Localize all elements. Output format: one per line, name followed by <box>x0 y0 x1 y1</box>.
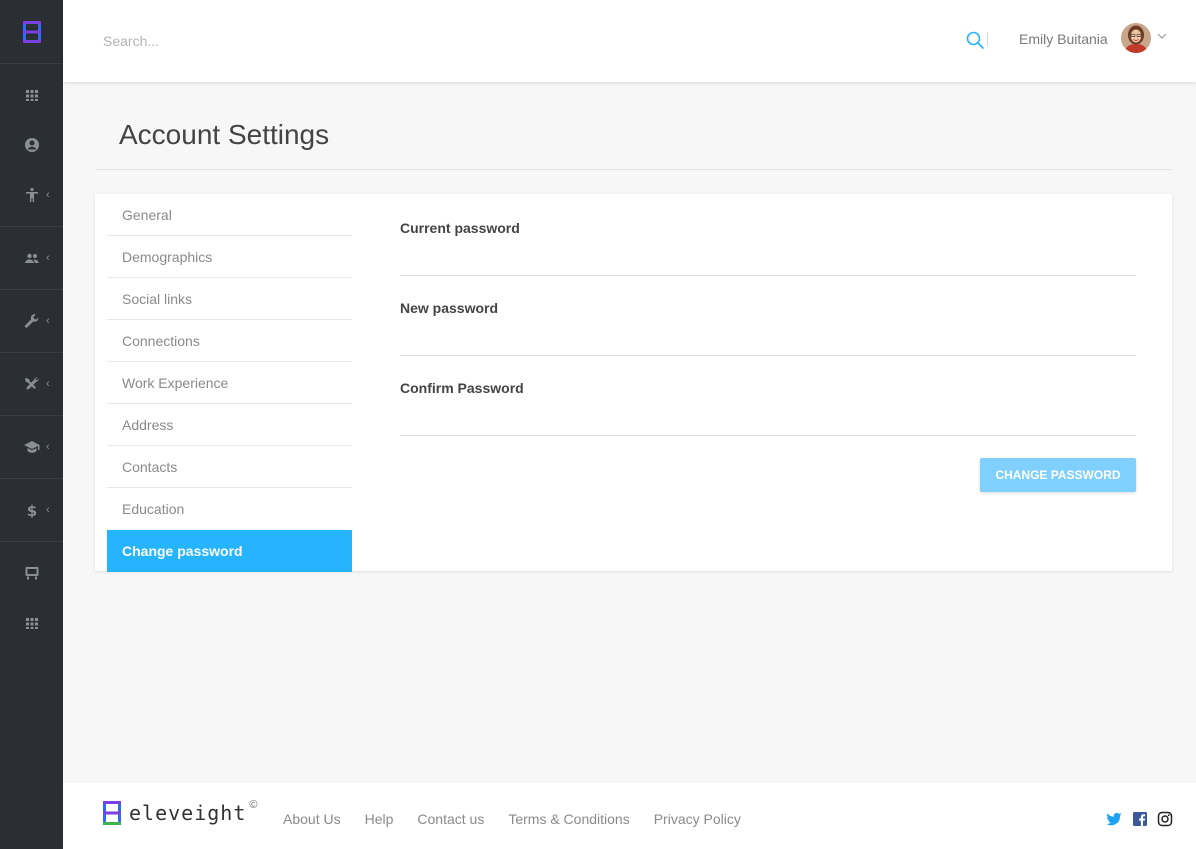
confirm-password-input[interactable] <box>400 402 1136 436</box>
new-password-label: New password <box>400 300 499 316</box>
wrench-icon <box>24 314 38 328</box>
nav-dashboard[interactable] <box>0 70 63 120</box>
app-logo[interactable] <box>0 0 63 64</box>
current-password-group: Current password <box>400 220 1136 276</box>
nav-presentations[interactable] <box>0 548 63 598</box>
nav-tools[interactable]: ‹ <box>0 359 63 409</box>
svg-text:$: $ <box>26 502 36 518</box>
menu-item-contacts[interactable]: Contacts <box>107 446 352 488</box>
menu-item-change-password[interactable]: Change password <box>107 530 352 572</box>
current-password-input[interactable] <box>400 242 1136 276</box>
footer-link-contact[interactable]: Contact us <box>417 811 484 827</box>
menu-item-general[interactable]: General <box>107 194 352 236</box>
footer-link-terms[interactable]: Terms & Conditions <box>508 811 629 827</box>
chevron-left-icon: ‹ <box>46 441 50 453</box>
nav-group-education: ‹ <box>0 416 63 479</box>
presentation-icon <box>25 567 38 580</box>
footer-link-about[interactable]: About Us <box>283 811 341 827</box>
facebook-icon[interactable] <box>1132 811 1148 827</box>
settings-card: General Demographics Social links Connec… <box>95 194 1172 572</box>
search-icon[interactable] <box>965 30 985 50</box>
header-divider <box>987 32 988 46</box>
nav-group-finance: $ ‹ <box>0 479 63 542</box>
nav-group-main: ‹ <box>0 64 63 227</box>
menu-item-education[interactable]: Education <box>107 488 352 530</box>
nav-grid[interactable] <box>0 598 63 648</box>
nav-profile[interactable] <box>0 120 63 170</box>
nav-group-users: ‹ <box>0 227 63 290</box>
nav-finance[interactable]: $ ‹ <box>0 485 63 535</box>
menu-item-work-experience[interactable]: Work Experience <box>107 362 352 404</box>
copyright-symbol: © <box>249 799 258 811</box>
chevron-left-icon: ‹ <box>46 252 50 264</box>
chevron-down-icon[interactable] <box>1156 30 1168 42</box>
sidebar: ‹ ‹ ‹ ‹ ‹ $ ‹ <box>0 0 63 849</box>
footer-links: About Us Help Contact us Terms & Conditi… <box>283 811 765 827</box>
people-icon <box>24 253 39 263</box>
nav-users[interactable]: ‹ <box>0 233 63 283</box>
current-password-label: Current password <box>400 220 520 236</box>
menu-item-address[interactable]: Address <box>107 404 352 446</box>
instagram-icon[interactable] <box>1157 811 1173 827</box>
twitter-icon[interactable] <box>1106 811 1122 827</box>
footer-brand: eleveight <box>129 801 247 825</box>
chevron-left-icon: ‹ <box>46 504 50 516</box>
new-password-group: New password <box>400 300 1136 356</box>
page-title: Account Settings <box>119 119 330 150</box>
nav-group-extra <box>0 542 63 654</box>
eleveight-logo-icon <box>103 801 121 825</box>
footer: eleveight © About Us Help Contact us Ter… <box>63 783 1196 849</box>
change-password-button[interactable]: CHANGE PASSWORD <box>980 458 1136 492</box>
title-divider <box>95 169 1172 170</box>
grid-icon <box>25 618 38 629</box>
account-circle-icon <box>24 138 39 152</box>
footer-link-privacy[interactable]: Privacy Policy <box>654 811 741 827</box>
accessibility-icon <box>25 187 38 202</box>
user-name[interactable]: Emily Buitania <box>1019 31 1108 47</box>
tools-icon <box>24 377 39 390</box>
nav-education[interactable]: ‹ <box>0 422 63 472</box>
apps-icon <box>25 90 38 101</box>
menu-item-demographics[interactable]: Demographics <box>107 236 352 278</box>
chevron-left-icon: ‹ <box>46 189 50 201</box>
nav-accessibility[interactable]: ‹ <box>0 170 63 220</box>
nav-group-tools: ‹ <box>0 353 63 416</box>
menu-item-social-links[interactable]: Social links <box>107 278 352 320</box>
menu-item-connections[interactable]: Connections <box>107 320 352 362</box>
avatar[interactable] <box>1121 23 1151 53</box>
nav-settings[interactable]: ‹ <box>0 296 63 346</box>
confirm-password-label: Confirm Password <box>400 380 524 396</box>
top-header: Emily Buitania <box>63 0 1196 82</box>
confirm-password-group: Confirm Password <box>400 380 1136 436</box>
user-avatar-icon <box>1121 23 1151 53</box>
settings-menu: General Demographics Social links Connec… <box>107 194 352 572</box>
nav-group-settings: ‹ <box>0 290 63 353</box>
new-password-input[interactable] <box>400 322 1136 356</box>
chevron-left-icon: ‹ <box>46 315 50 327</box>
search-input[interactable] <box>103 28 523 54</box>
graduation-cap-icon <box>23 441 39 453</box>
eleveight-logo-icon <box>22 20 41 43</box>
footer-link-help[interactable]: Help <box>365 811 394 827</box>
dollar-icon: $ <box>26 502 36 518</box>
footer-logo[interactable]: eleveight © <box>103 799 258 825</box>
chevron-left-icon: ‹ <box>46 378 50 390</box>
